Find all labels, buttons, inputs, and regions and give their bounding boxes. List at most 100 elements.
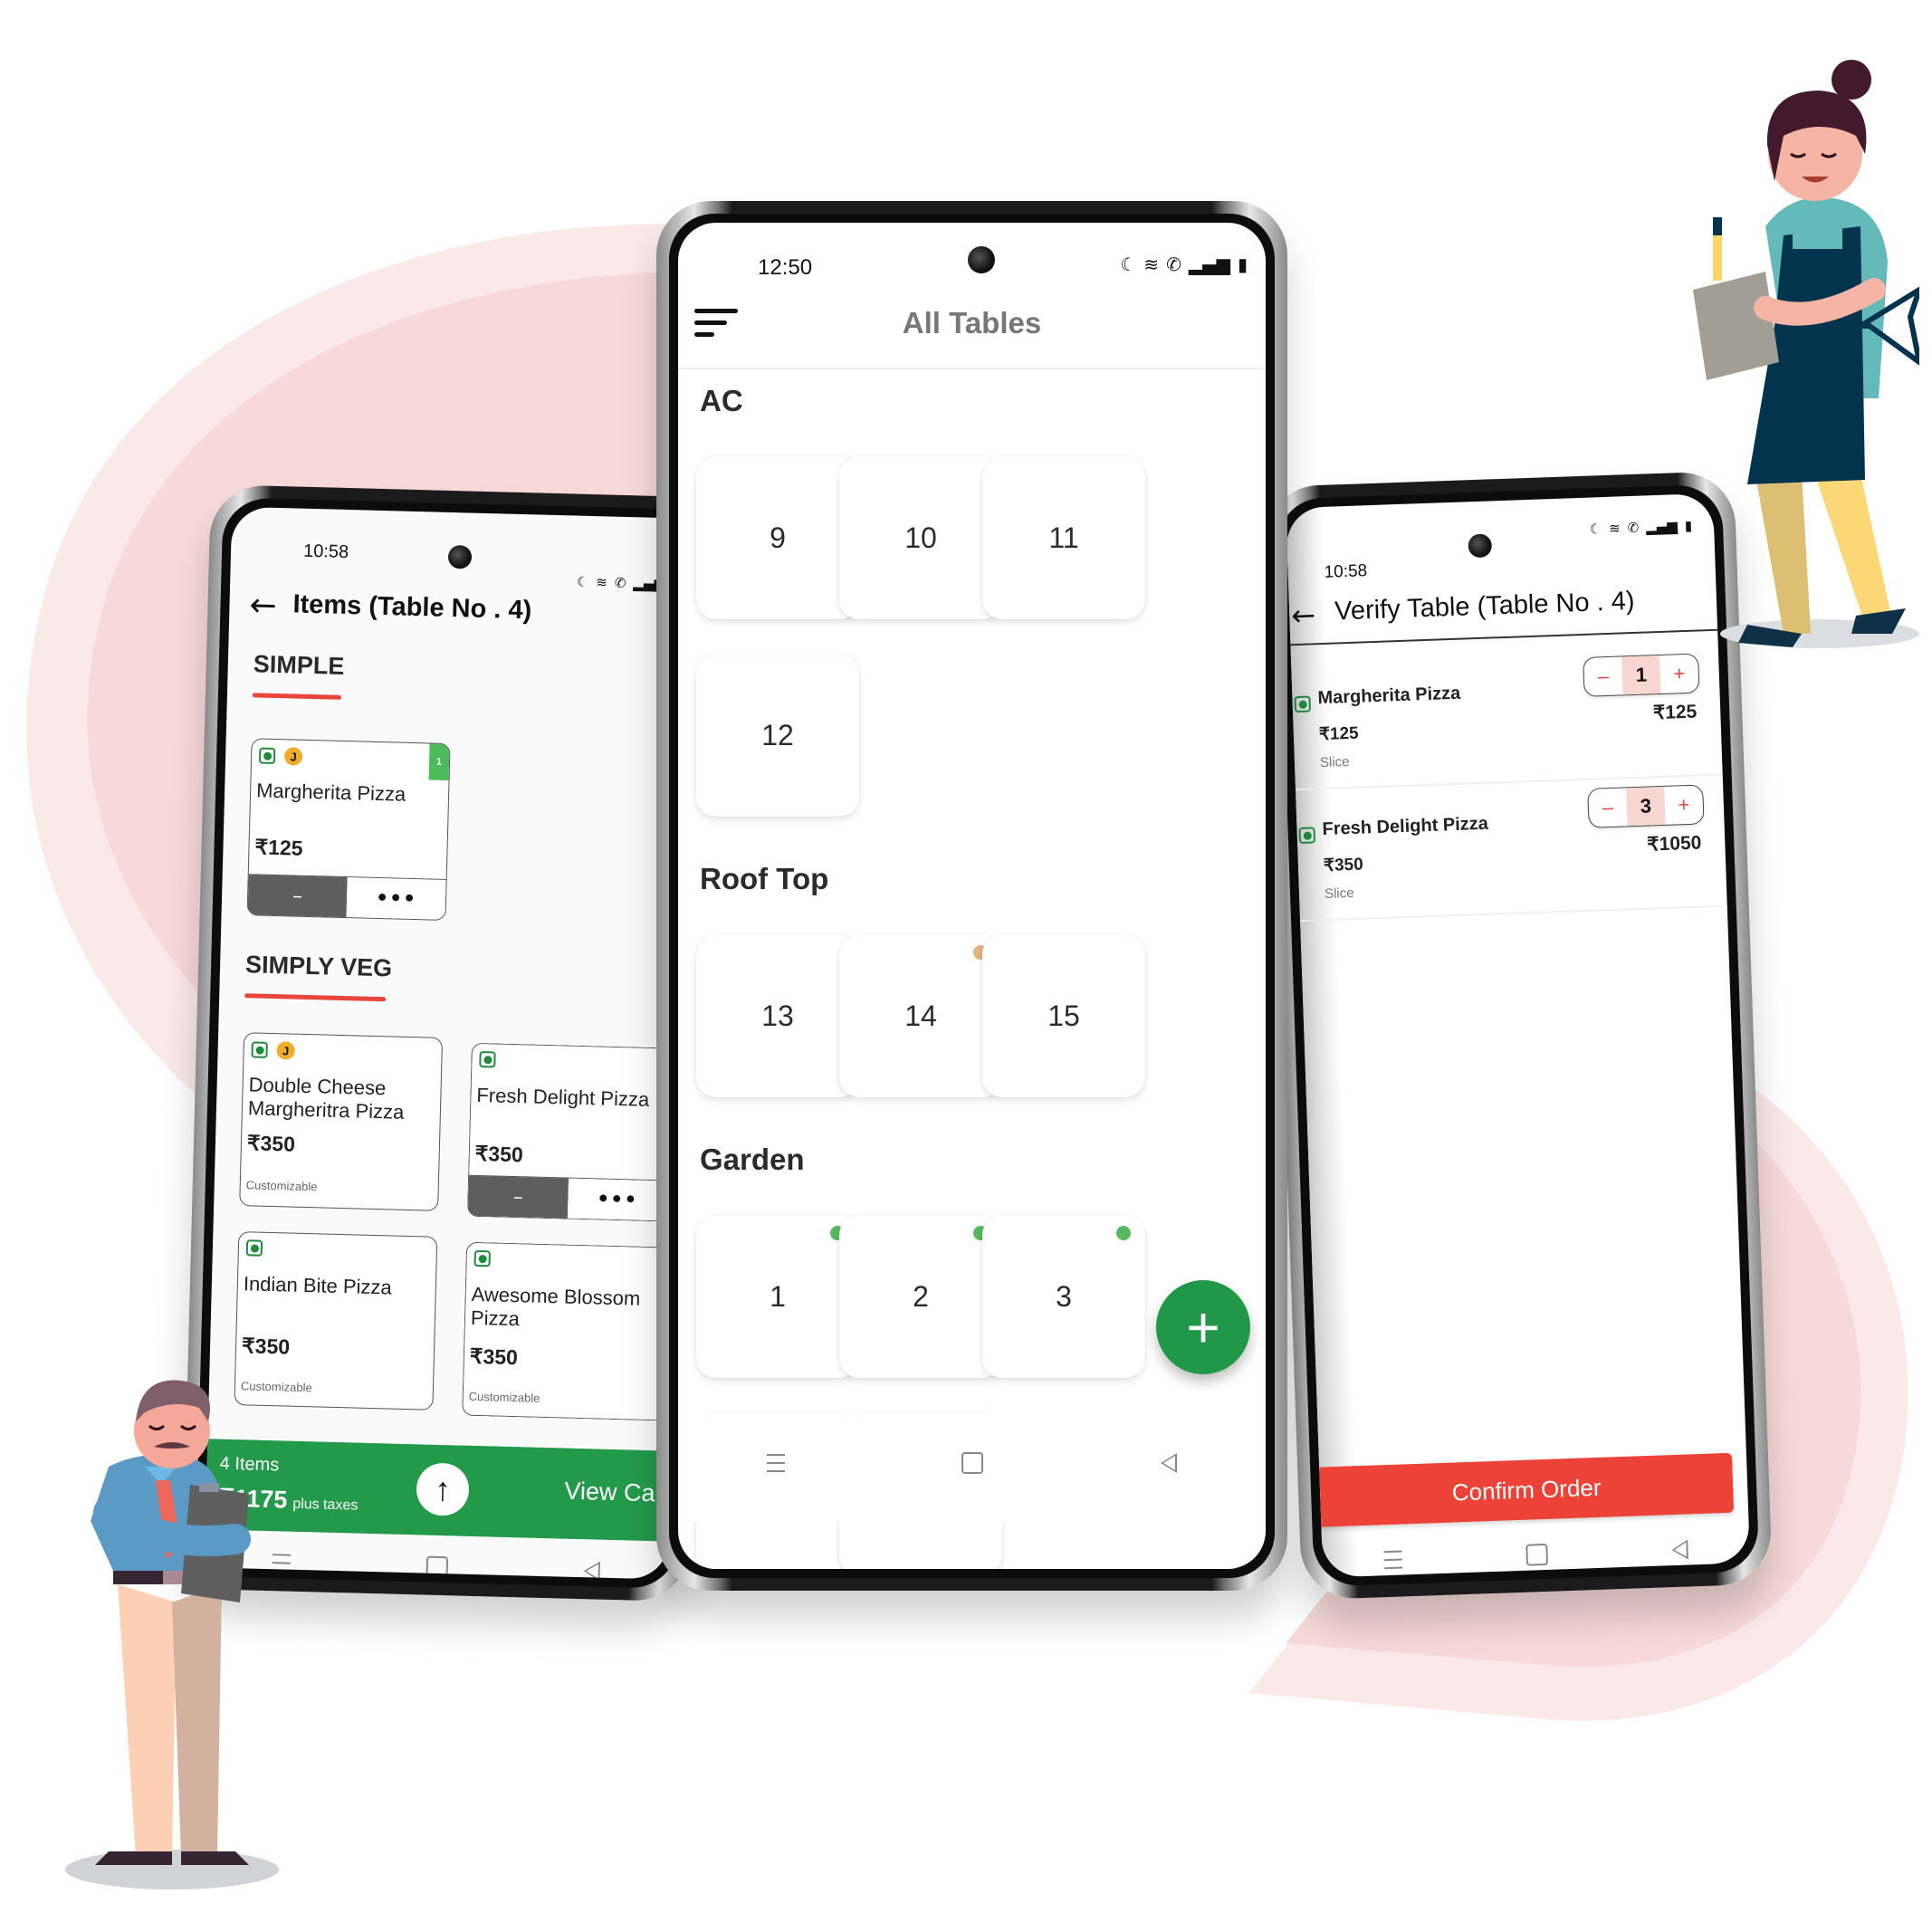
moon-icon: ☾ <box>1589 521 1602 538</box>
item-name: Margherita Pizza <box>1317 683 1461 709</box>
item-name: Double Cheese Margheritra Pizza <box>247 1073 405 1124</box>
table-tile[interactable]: 12 <box>696 654 859 817</box>
item-price: ₹350 <box>1323 855 1364 876</box>
quantity-value: 1 <box>1621 655 1661 695</box>
veg-icon <box>251 1041 268 1058</box>
section-title: Roof Top <box>700 862 829 895</box>
waiter-illustration <box>65 1380 279 1889</box>
wifi-call-icon: ✆ <box>1627 519 1640 537</box>
customizable-label: Customizable <box>468 1389 540 1405</box>
home-icon[interactable] <box>961 1452 984 1474</box>
signal-icon: ▂▄▆ <box>1188 253 1230 275</box>
item-name: Indian Bite Pizza <box>243 1272 393 1299</box>
decrease-button[interactable]: – <box>1588 788 1627 827</box>
table-tile[interactable]: 3 <box>982 1215 1145 1378</box>
back-nav-icon[interactable] <box>1670 1539 1688 1561</box>
item-price: ₹125 <box>1318 723 1360 745</box>
item-card[interactable]: J Double Cheese Margheritra Pizza ₹350 C… <box>239 1032 444 1211</box>
moon-icon: ☾ <box>576 573 589 590</box>
item-total: ₹1050 <box>1646 832 1702 856</box>
table-number: 9 <box>770 521 786 554</box>
table-number: 12 <box>761 718 794 751</box>
table-tile[interactable]: 13 <box>696 934 859 1097</box>
item-card[interactable]: 3 Fresh Delight Pizza ₹350 – ••• <box>466 1042 671 1222</box>
table-tile[interactable]: 2 <box>839 1215 1002 1378</box>
table-number: 14 <box>904 999 937 1032</box>
item-price: ₹125 <box>254 835 303 860</box>
table-number: 3 <box>1056 1279 1072 1313</box>
system-nav-bar <box>678 1436 1266 1490</box>
decrease-button[interactable]: – <box>1583 656 1622 695</box>
add-table-button[interactable]: + <box>1156 1280 1250 1374</box>
status-time: 12:50 <box>758 255 813 280</box>
wifi-call-icon: ✆ <box>1166 253 1181 275</box>
status-dot-occupied <box>1116 1226 1131 1240</box>
quantity-stepper[interactable]: – 1 + <box>1583 653 1700 697</box>
table-tile[interactable]: 11 <box>982 456 1145 619</box>
back-nav-icon[interactable] <box>1161 1453 1178 1473</box>
item-name: Awesome Blossom Pizza <box>470 1282 641 1331</box>
item-unit: Slice <box>1324 885 1354 903</box>
phone-all-tables-screen: 12:50 ☾ ≋ ✆ ▂▄▆ ▮ All Tables AC 9 10 11 12 Ro… <box>656 201 1287 1591</box>
item-total: ₹125 <box>1652 701 1698 724</box>
table-number: 1 <box>770 1279 786 1313</box>
increase-button[interactable]: + <box>1659 655 1698 693</box>
header-divider <box>678 368 1266 369</box>
table-tile[interactable]: 15 <box>982 934 1145 1097</box>
item-card[interactable]: J 1 Margherita Pizza ₹125 – ••• <box>246 738 451 921</box>
signal-icon: ▂▄▆ <box>1645 518 1679 536</box>
header-divider <box>1290 628 1718 646</box>
item-price: ₹350 <box>474 1141 524 1167</box>
table-tile[interactable]: 1 <box>696 1215 859 1378</box>
page-title: All Tables <box>902 306 1042 340</box>
increase-button[interactable]: + <box>1664 785 1703 824</box>
more-options-button[interactable]: ••• <box>346 877 446 920</box>
camera-icon <box>447 544 473 569</box>
battery-icon: ▮ <box>1237 253 1248 275</box>
back-arrow-icon[interactable]: ← <box>1291 598 1316 633</box>
home-icon[interactable] <box>426 1555 449 1579</box>
decrease-button[interactable]: – <box>467 1175 569 1219</box>
status-time: 10:58 <box>1324 561 1368 582</box>
qty-badge: 1 <box>428 743 450 780</box>
status-icons: ☾ ≋ ✆ ▂▄▆ ▮ <box>1120 253 1248 275</box>
more-options-button[interactable]: ••• <box>567 1178 668 1221</box>
section-title-simply-veg: SIMPLY VEG <box>244 951 393 982</box>
item-price: ₹350 <box>246 1131 296 1156</box>
decrease-button[interactable]: – <box>247 875 348 918</box>
table-tile[interactable]: 10 <box>839 456 1002 619</box>
item-price: ₹350 <box>469 1344 519 1370</box>
section-title-simple: SIMPLE <box>253 650 345 680</box>
table-tile[interactable]: 9 <box>696 456 859 619</box>
quantity-value: 3 <box>1626 786 1666 827</box>
recents-icon[interactable] <box>1383 1550 1403 1570</box>
item-name: Fresh Delight Pizza <box>1322 813 1489 840</box>
confirm-order-button[interactable]: Confirm Order <box>1319 1452 1735 1527</box>
moon-icon: ☾ <box>1120 253 1137 275</box>
status-time: 10:58 <box>302 540 349 563</box>
item-unit: Slice <box>1319 754 1350 771</box>
view-cart-button[interactable]: View Cart <box>564 1478 670 1508</box>
camera-icon <box>968 246 995 273</box>
back-nav-icon[interactable] <box>583 1561 601 1580</box>
home-icon[interactable] <box>1526 1543 1549 1566</box>
system-nav-bar <box>1322 1525 1750 1577</box>
veg-icon <box>473 1249 491 1267</box>
veg-icon <box>245 1239 263 1257</box>
table-number: 10 <box>904 521 937 554</box>
quantity-stepper[interactable]: – 3 + <box>1587 784 1705 828</box>
section-title: AC <box>700 384 743 417</box>
table-tile[interactable]: 14 <box>839 934 1002 1097</box>
table-number: 15 <box>1047 999 1080 1032</box>
recents-icon[interactable] <box>766 1454 785 1472</box>
wifi-icon: ≋ <box>1608 520 1621 537</box>
wifi-icon: ≋ <box>1143 253 1160 275</box>
jain-badge-icon: J <box>276 1041 295 1060</box>
tax-note: plus taxes <box>292 1496 359 1514</box>
item-card[interactable]: Awesome Blossom Pizza ₹350 Customizable <box>462 1241 666 1421</box>
veg-icon <box>1294 695 1312 713</box>
order-item: Fresh Delight Pizza ₹350 Slice – 3 + ₹10… <box>1296 778 1727 923</box>
arrow-up-icon[interactable]: ↑ <box>416 1462 470 1516</box>
back-arrow-icon[interactable]: ← <box>249 587 277 625</box>
wifi-icon: ≋ <box>596 574 608 591</box>
